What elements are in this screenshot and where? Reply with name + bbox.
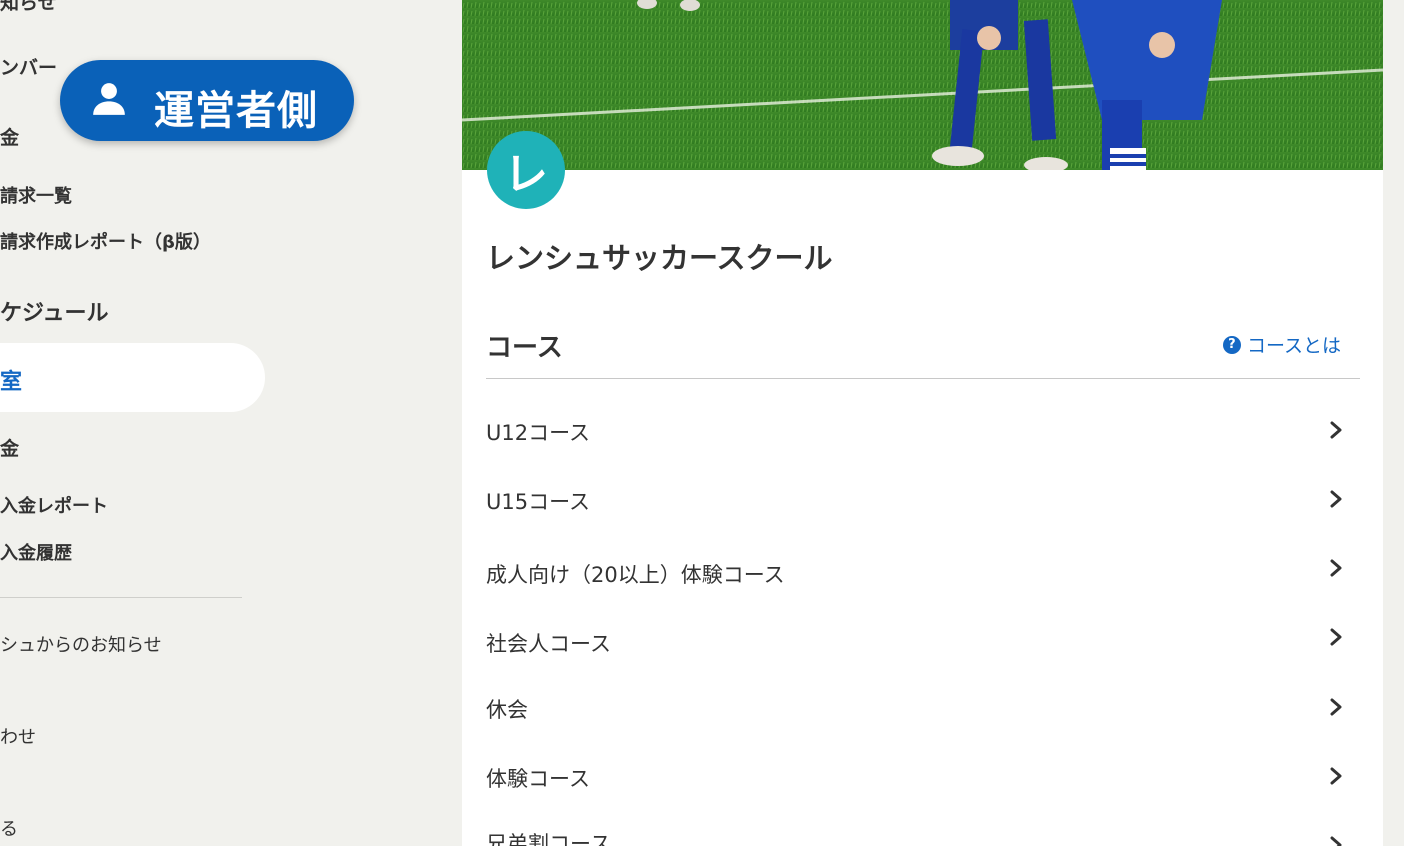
course-row-u15[interactable]: U15コース — [486, 486, 1360, 546]
school-logo: レ — [487, 131, 565, 209]
course-label: 社会人コース — [486, 632, 611, 656]
what-is-course-link[interactable]: ? コースとは — [1222, 331, 1341, 358]
course-row-u12[interactable]: U12コース — [486, 417, 1360, 477]
chevron-right-icon — [1330, 628, 1342, 646]
question-circle-icon: ? — [1222, 335, 1241, 354]
sidebar-item-invoice-report[interactable]: 請求作成レポート（β版） — [0, 228, 211, 254]
sidebar-item-other[interactable]: る — [0, 815, 18, 841]
course-label: U15コース — [486, 490, 591, 514]
course-row-working-adult[interactable]: 社会人コース — [486, 628, 1360, 688]
sidebar-item-renshu-news[interactable]: シュからのお知らせ — [0, 631, 162, 657]
course-row-adult-trial[interactable]: 成人向け（20以上）体験コース — [486, 559, 1360, 619]
sidebar-item-invoice-list[interactable]: 請求一覧 — [0, 182, 72, 208]
sidebar-item-schedule[interactable]: ケジュール — [0, 295, 108, 327]
course-label: 兄弟割コース — [486, 832, 611, 846]
sidebar-item-payment-report[interactable]: 入金レポート — [0, 492, 108, 518]
sidebar-item-notices[interactable]: 知らせ — [0, 0, 57, 15]
chevron-right-icon — [1330, 767, 1342, 785]
course-row-trial[interactable]: 体験コース — [486, 763, 1360, 823]
person-icon — [93, 83, 125, 115]
operator-badge-label: 運営者側 — [154, 88, 318, 134]
course-label: 休会 — [486, 698, 528, 722]
sidebar-divider — [0, 597, 242, 598]
sidebar-item-payments[interactable]: 金 — [0, 434, 19, 461]
soccer-photo — [462, 0, 1383, 170]
school-name: レンシュサッカースクール — [486, 241, 833, 275]
chevron-right-icon — [1330, 490, 1342, 508]
course-row-sibling-discount[interactable]: 兄弟割コース — [486, 828, 1360, 846]
sidebar-item-contact[interactable]: わせ — [0, 723, 36, 749]
school-card: レ レンシュサッカースクール コース ? コースとは U12コース U15コース… — [462, 0, 1383, 846]
course-label: 成人向け（20以上）体験コース — [486, 563, 785, 587]
sidebar: 知らせ ンバー 金 請求一覧 請求作成レポート（β版） ケジュール 室 金 入金… — [0, 0, 460, 846]
school-logo-letter: レ — [504, 149, 548, 200]
chevron-right-icon — [1330, 698, 1342, 716]
what-is-course-label: コースとは — [1246, 335, 1341, 357]
course-label: U12コース — [486, 421, 591, 445]
chevron-right-icon — [1330, 836, 1342, 846]
sidebar-item-billing[interactable]: 金 — [0, 123, 19, 150]
chevron-right-icon — [1330, 421, 1342, 439]
chevron-right-icon — [1330, 559, 1342, 577]
sidebar-item-payment-history[interactable]: 入金履歴 — [0, 539, 72, 565]
sidebar-active-highlight — [0, 343, 265, 412]
hero-image — [462, 0, 1383, 170]
operator-badge: 運営者側 — [60, 60, 354, 141]
section-divider — [486, 378, 1360, 379]
sidebar-item-classroom[interactable]: 室 — [0, 364, 22, 396]
course-row-suspended[interactable]: 休会 — [486, 694, 1360, 754]
course-label: 体験コース — [486, 767, 590, 791]
sidebar-item-members[interactable]: ンバー — [0, 53, 57, 80]
courses-section-title: コース — [486, 333, 563, 363]
app-root: 知らせ ンバー 金 請求一覧 請求作成レポート（β版） ケジュール 室 金 入金… — [0, 0, 1404, 846]
